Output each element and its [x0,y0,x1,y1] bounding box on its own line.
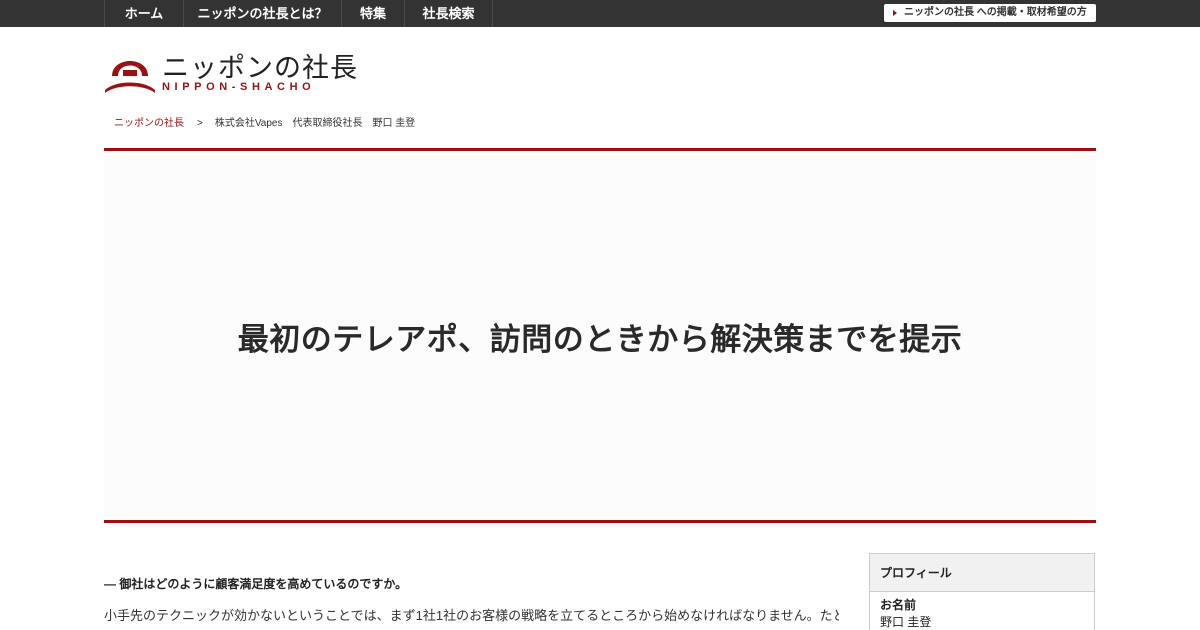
top-nav-bar: ホーム ニッポンの社長とは？ 特集 社長検索 ニッポンの社長 への掲載・取材希望… [0,0,1200,27]
site-logo[interactable]: ニッポンの社長 NIPPON-SHACHO [104,44,364,96]
arrow-right-icon [893,10,897,16]
nav-item-home[interactable]: ホーム [105,0,184,27]
publish-request-button[interactable]: ニッポンの社長 への掲載・取材希望の方 [884,4,1096,22]
logo-subtitle: NIPPON-SHACHO [162,81,316,93]
logo-mark-icon [105,61,155,93]
main-nav: ホーム ニッポンの社長とは？ 特集 社長検索 [104,0,493,27]
breadcrumb-separator: > [197,118,203,129]
nav-item-features[interactable]: 特集 [342,0,405,27]
breadcrumb-current: 株式会社Vapes 代表取締役社長 野口 圭登 [214,118,416,129]
article-paragraph: 小手先のテクニックが効かないということでは、まず1社1社のお客様の戦略を立てると… [104,608,839,623]
publish-request-label: ニッポンの社長 への掲載・取材希望の方 [904,7,1087,18]
article-question: ― 御社はどのように顧客満足度を高めているのですか。 [104,577,408,591]
profile-name-label: お名前 [880,598,917,612]
profile-name-value: 野口 圭登 [880,615,932,629]
profile-box: プロフィール お名前 野口 圭登 [869,553,1095,630]
profile-heading: プロフィール [870,554,1094,592]
breadcrumb-home-link[interactable]: ニッポンの社長 [114,118,184,129]
nav-item-about[interactable]: ニッポンの社長とは？ [184,0,342,27]
hero-title: 最初のテレアポ、訪問のときから解決策までを提示 [237,322,963,358]
nav-item-search[interactable]: 社長検索 [405,0,493,27]
hero-banner: 最初のテレアポ、訪問のときから解決策までを提示 [104,148,1096,523]
logo-title: ニッポンの社長 [162,53,358,84]
breadcrumb: ニッポンの社長 > 株式会社Vapes 代表取締役社長 野口 圭登 [114,114,415,129]
